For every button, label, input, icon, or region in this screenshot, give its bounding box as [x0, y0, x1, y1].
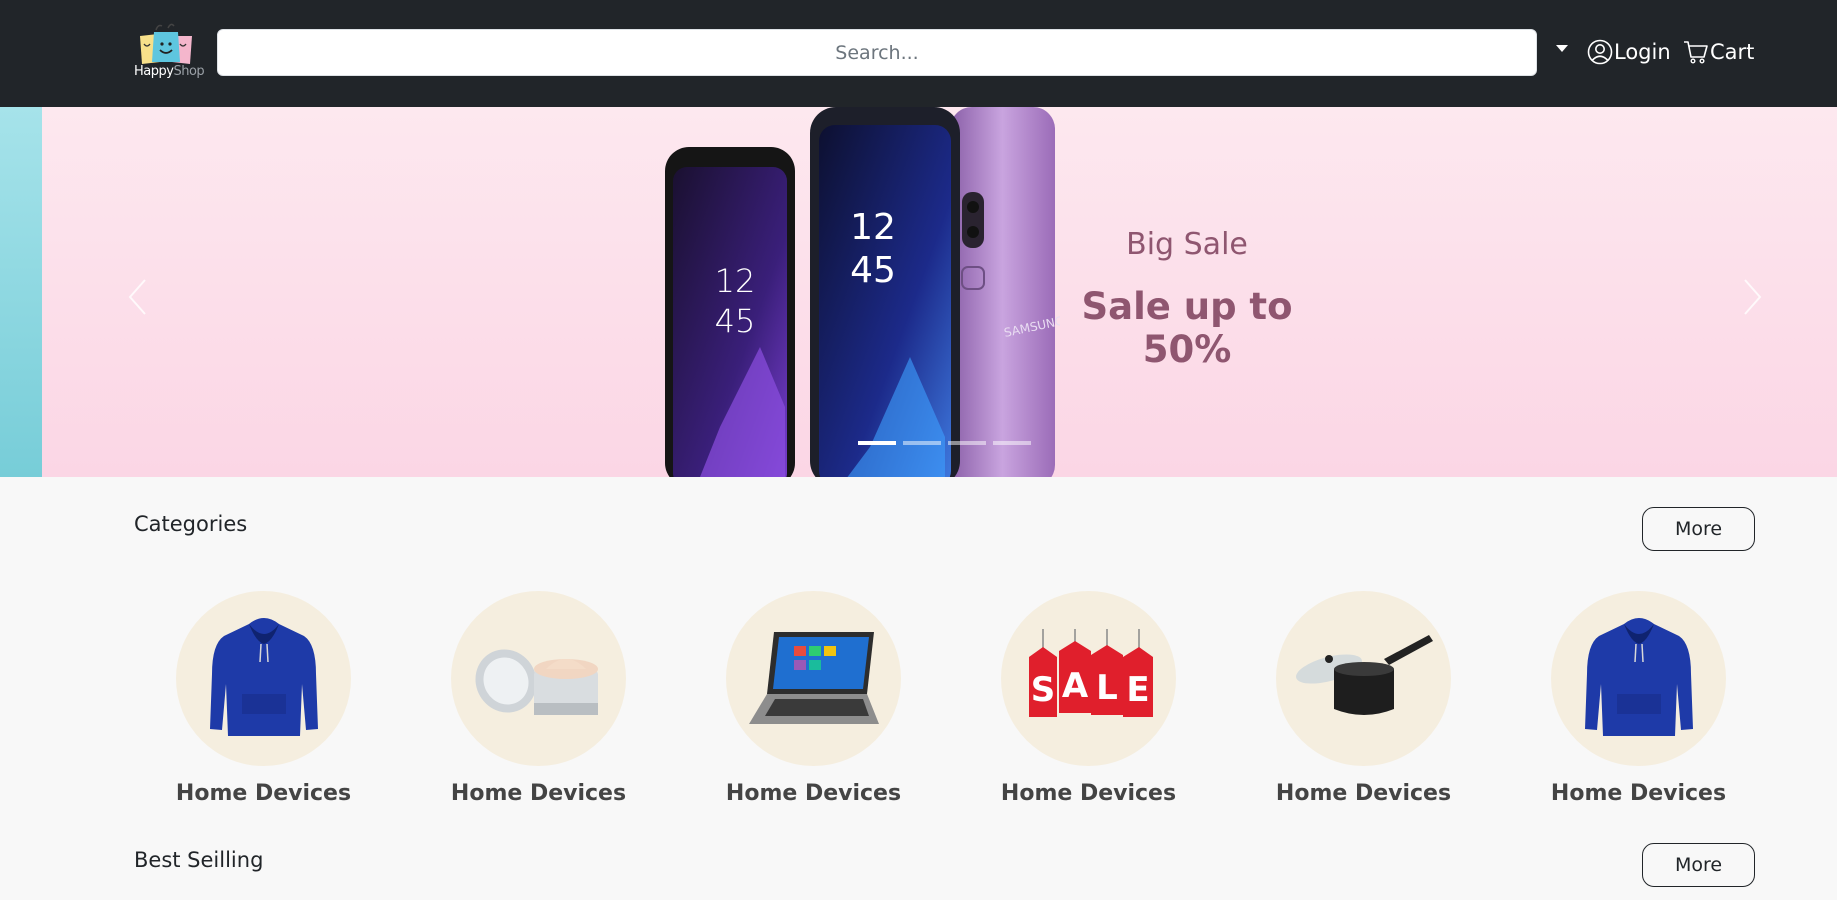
svg-text:45: 45 — [850, 250, 896, 291]
sale-tags-image: S A L E — [1028, 628, 1153, 717]
category-label: Home Devices — [1000, 781, 1177, 806]
svg-text:A: A — [1061, 666, 1088, 706]
dropdown-caret-icon[interactable] — [1556, 45, 1568, 52]
category-image-circle — [726, 591, 901, 766]
category-label: Home Devices — [450, 781, 627, 806]
cart-link[interactable]: Cart — [1683, 34, 1754, 70]
categories-heading: Categories — [134, 512, 248, 536]
previous-slide-peek — [0, 107, 42, 477]
cart-icon — [1684, 41, 1708, 64]
carousel-next-chevron-icon[interactable] — [1742, 277, 1764, 317]
carousel-indicators — [858, 441, 1038, 445]
carousel-title: Sale up to 50% — [1081, 285, 1293, 371]
hoodie-image — [1584, 617, 1693, 736]
category-card[interactable]: Home Devices — [1551, 591, 1726, 806]
category-image-circle — [176, 591, 351, 766]
login-label: Login — [1614, 40, 1671, 64]
cream-jar-image — [474, 648, 598, 715]
category-label: Home Devices — [1275, 781, 1452, 806]
svg-text:L: L — [1096, 668, 1118, 708]
phones-banner-image: SAMSUNG 12 45 12 45 — [665, 107, 1060, 477]
carousel-indicator-2[interactable] — [903, 441, 941, 445]
search-bar[interactable] — [217, 29, 1537, 76]
hoodie-image — [209, 617, 318, 736]
svg-text:E: E — [1126, 670, 1149, 710]
category-image-circle — [1551, 591, 1726, 766]
carousel-indicator-4[interactable] — [993, 441, 1031, 445]
category-label: Home Devices — [725, 781, 902, 806]
saucepan-image — [1295, 634, 1433, 715]
category-image-circle: S A L E — [1001, 591, 1176, 766]
category-label: Home Devices — [175, 781, 352, 806]
logo-text: HappyShop — [134, 64, 205, 79]
category-card[interactable]: S A L E Home Devices — [1001, 591, 1176, 806]
carousel-prev-chevron-icon[interactable] — [126, 277, 148, 317]
laptop-image — [748, 631, 879, 724]
best-selling-heading: Best Seilling — [134, 848, 264, 872]
category-label: Home Devices — [1550, 781, 1727, 806]
best-selling-more-button[interactable]: More — [1642, 843, 1755, 887]
categories-more-button[interactable]: More — [1642, 507, 1755, 551]
svg-text:S: S — [1030, 670, 1055, 710]
category-card[interactable]: Home Devices — [1276, 591, 1451, 806]
cart-label: Cart — [1710, 40, 1755, 64]
category-image-circle — [451, 591, 626, 766]
category-card[interactable]: Home Devices — [451, 591, 626, 806]
carousel-indicator-1[interactable] — [858, 441, 896, 445]
hero-carousel[interactable]: SAMSUNG 12 45 12 45 Big Sale Sale up to … — [0, 107, 1837, 477]
login-link[interactable]: Login — [1587, 34, 1671, 70]
happyshop-logo[interactable]: HappyShop — [134, 22, 205, 82]
svg-text:12: 12 — [850, 207, 896, 248]
shopping-bags-icon — [140, 23, 192, 64]
search-input[interactable] — [218, 30, 1536, 75]
carousel-subtitle: Big Sale — [1126, 227, 1248, 262]
category-card[interactable]: Home Devices — [726, 591, 901, 806]
category-card[interactable]: Home Devices — [176, 591, 351, 806]
svg-text:45: 45 — [715, 302, 756, 340]
svg-text:12: 12 — [715, 262, 756, 300]
top-navbar: HappyShop Login Cart — [0, 0, 1837, 107]
carousel-indicator-3[interactable] — [948, 441, 986, 445]
user-circle-icon — [1587, 39, 1613, 65]
category-image-circle — [1276, 591, 1451, 766]
